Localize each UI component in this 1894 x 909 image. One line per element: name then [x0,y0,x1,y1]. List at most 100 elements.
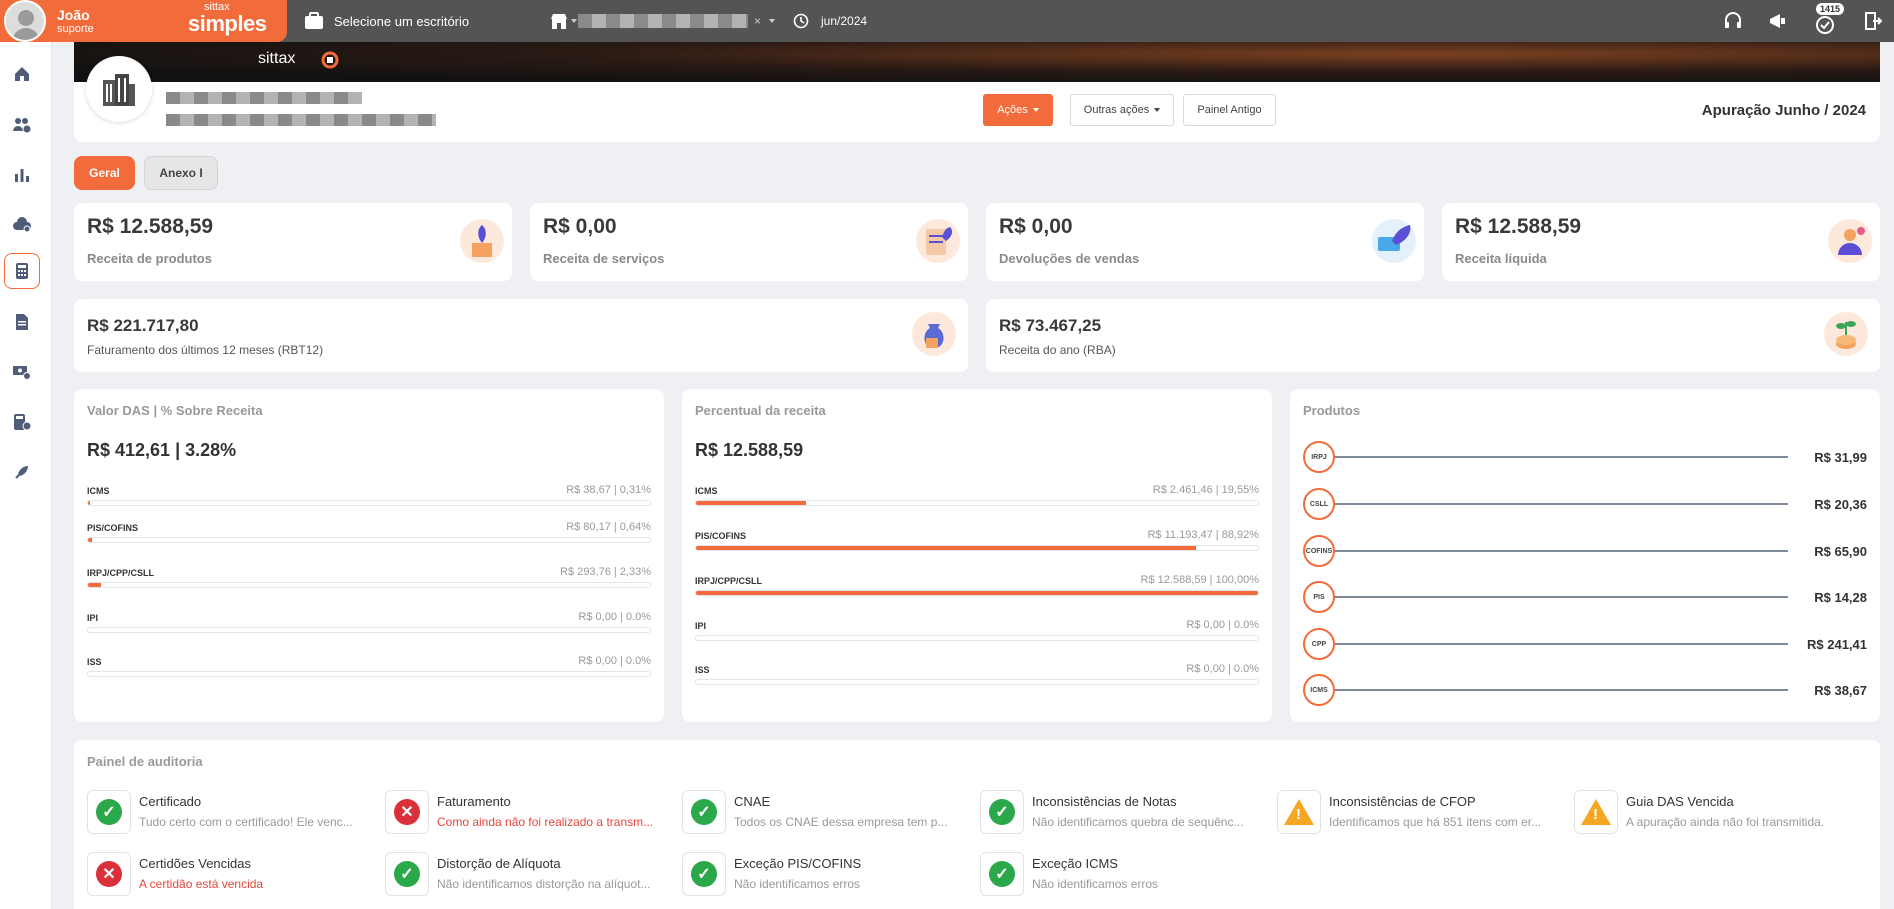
sidebar [0,42,52,909]
tax-row-value: R$ 38,67 | 0,31% [566,484,651,496]
tax-row-value: R$ 0,00 | 0.0% [578,611,651,623]
audit-status: ✓ [980,790,1024,834]
users-gear-icon [13,118,31,133]
audit-item[interactable]: ✓ Inconsistências de Notas Não identificam… [980,790,1270,836]
check-icon: ✓ [691,861,717,887]
tax-row-label: IPI [87,613,99,623]
produto-badge: PIS [1303,581,1335,613]
check-icon: ✓ [96,799,122,825]
audit-status: ✕ [87,852,131,896]
warning-icon: ! [1581,799,1611,825]
tasks-check-icon[interactable] [1814,14,1836,36]
audit-item-desc: Não identificamos quebra de sequênc... [1032,815,1244,829]
total-card-rba: R$ 73.467,25 Receita do ano (RBA) [986,299,1880,372]
receita-title: Percentual da receita [695,403,826,418]
period-selector[interactable]: jun/2024 [793,0,867,42]
kpi-card-receita-liquida: R$ 12.588,59 Receita líquida [1442,203,1880,281]
hero-brand: sittax [258,50,296,67]
sidebar-item-launch[interactable] [4,454,40,490]
produto-line [1335,689,1788,691]
audit-item-title: CNAE [734,794,771,809]
produto-row: CSLL R$ 20,36 [1303,488,1867,520]
audit-item[interactable]: ✕ Faturamento Como ainda não foi realizado… [385,790,675,836]
audit-item[interactable]: ✓ Exceção ICMS Não identificamos erros [980,852,1270,898]
progress-track [87,627,651,633]
receita-total: R$ 12.588,59 [695,440,804,460]
audit-item-desc: A certidão está vencida [139,877,264,891]
company-name-redacted [166,92,362,104]
audit-item-title: Certidões Vencidas [139,856,252,871]
sidebar-item-payments[interactable] [4,354,40,390]
sidebar-item-reports[interactable] [4,157,40,193]
tax-row: IPI R$ 0,00 | 0.0% [695,619,1259,649]
page-title: Apuração Junho / 2024 [1701,102,1866,119]
audit-item-desc: Tudo certo com o certificado! Ele venc..… [139,815,353,829]
hero-banner: sittax [74,42,1880,82]
progress-track [695,679,1259,685]
clear-icon[interactable]: × [754,14,761,28]
tax-row-label: PIS/COFINS [695,531,747,541]
tax-row-label: IPI [695,621,707,631]
total-card-rbt12: R$ 221.717,80 Faturamento dos últimos 12… [74,299,968,372]
money-bag-icon [912,312,956,356]
office-selector[interactable]: Selecione um escritório [304,0,578,42]
tax-row-label: IRPJ/CPP/CSLL [87,568,155,578]
app-logo[interactable]: sittax simples [188,2,267,35]
audit-title: Painel de auditoria [87,754,203,769]
tab-anexo-i[interactable]: Anexo I [144,156,218,190]
audit-status: ✓ [87,790,131,834]
audit-item-desc: Todos os CNAE dessa empresa tem p... [734,815,948,829]
progress-fill [88,583,102,587]
period-label: jun/2024 [821,14,868,28]
user-name: João [57,6,90,23]
produto-badge: ICMS [1303,674,1335,706]
audit-item[interactable]: ✓ Exceção PIS/COFINS Não identificamos err… [682,852,972,898]
calculator-plus-icon [14,414,32,431]
tax-row-value: R$ 80,17 | 0,64% [566,521,651,533]
audit-item[interactable]: ✓ Certificado Tudo certo com o certificado… [87,790,377,836]
audit-item[interactable]: ! Guia DAS Vencida A apuração ainda não fo… [1574,790,1864,836]
sidebar-item-calculator[interactable] [4,253,40,289]
sidebar-item-home[interactable] [4,56,40,92]
audit-item[interactable]: ✓ CNAE Todos os CNAE dessa empresa tem p..… [682,790,972,836]
audit-item-desc: Identificamos que há 851 itens com er... [1329,815,1542,829]
progress-fill [696,501,806,505]
check-icon: ✓ [691,799,717,825]
audit-status: ✓ [385,852,429,896]
audit-status: ✓ [682,790,726,834]
progress-track [695,635,1259,641]
company-logo [86,56,152,122]
actions-button[interactable]: Ações [983,94,1053,126]
audit-item-title: Certificado [139,794,202,809]
progress-fill [88,538,92,542]
tax-row: ICMS R$ 2.461,46 | 19,55% [695,484,1259,514]
exit-icon[interactable] [1862,10,1884,32]
tax-row: ISS R$ 0,00 | 0.0% [87,655,651,685]
user-box[interactable]: João suporte sittax simples [0,0,287,42]
money-gear-icon [13,366,31,380]
tax-row-label: ICMS [87,486,110,496]
audit-item[interactable]: ✓ Distorção de Alíquota Não identificamos … [385,852,675,898]
avatar[interactable] [4,0,46,42]
other-actions-button[interactable]: Outras ações [1070,94,1174,126]
sidebar-item-cloud[interactable] [4,207,40,243]
megaphone-icon[interactable] [1767,10,1789,32]
sidebar-item-calc-add[interactable] [4,404,40,440]
audit-item[interactable]: ! Inconsistências de CFOP Identificamos qu… [1277,790,1567,836]
sidebar-item-companies[interactable] [4,107,40,143]
clock-icon [793,13,809,29]
sidebar-item-documents[interactable] [4,304,40,340]
chevron-down-icon [1032,108,1039,112]
audit-item[interactable]: ✕ Certidões Vencidas A certidão está venci… [87,852,377,898]
headset-icon[interactable] [1722,10,1744,32]
briefcase-icon [305,12,323,29]
audit-panel: Painel de auditoria ✓ Certificado Tudo cer… [74,740,1880,909]
kpi-card-receita-servicos: R$ 0,00 Receita de serviços [530,203,968,281]
calculator-icon [16,263,28,279]
produto-badge: CPP [1303,628,1335,660]
old-panel-button[interactable]: Painel Antigo [1183,94,1276,126]
chevron-down-icon [1154,108,1161,112]
error-icon: ✕ [96,861,122,887]
company-selector[interactable]: × [550,0,776,42]
tab-geral[interactable]: Geral [74,156,135,190]
